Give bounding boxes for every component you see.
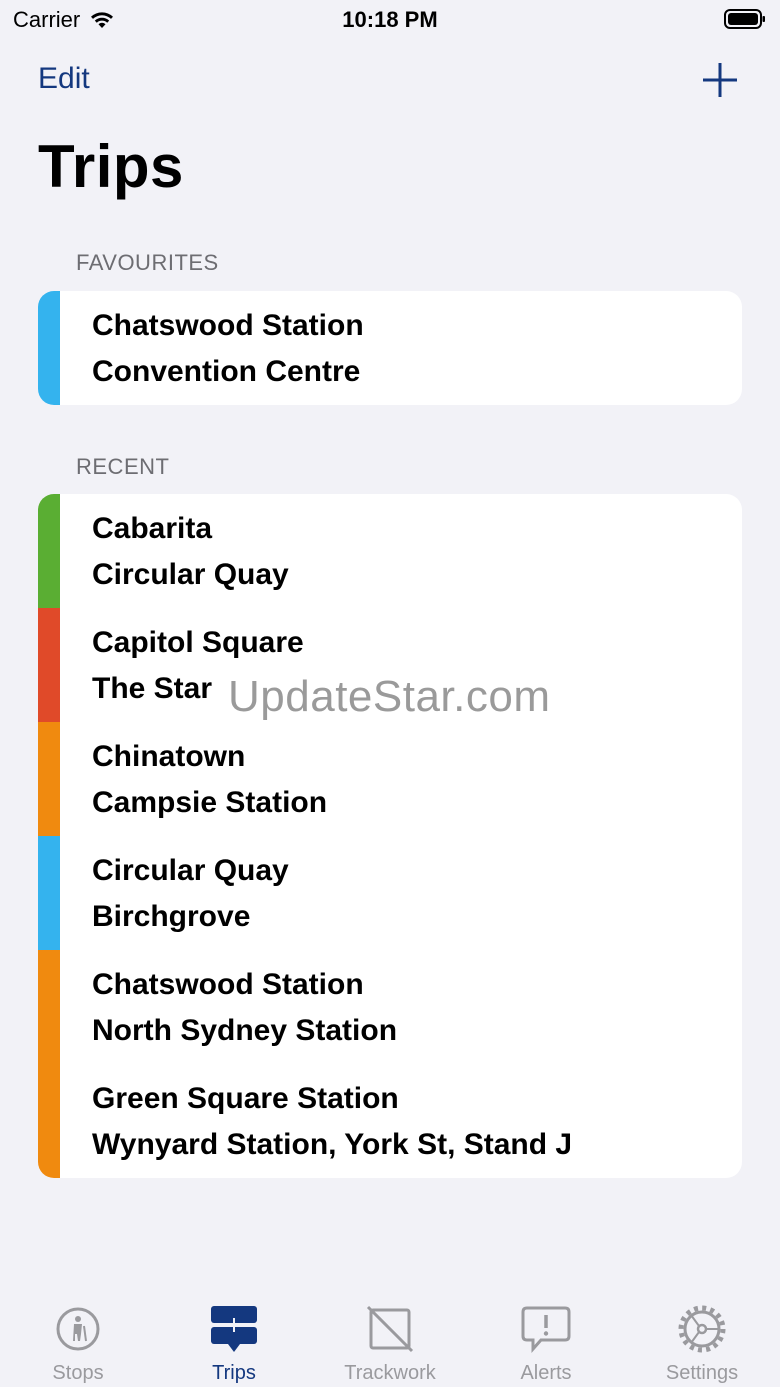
tab-stops[interactable]: Stops: [0, 1290, 156, 1387]
status-bar: Carrier 10:18 PM: [0, 0, 780, 40]
trip-origin: Cabarita: [92, 512, 213, 545]
trip-destination: Convention Centre: [92, 355, 361, 388]
person-icon: [56, 1307, 100, 1351]
recent-trip-row[interactable]: Chinatown Campsie Station: [38, 722, 742, 836]
recent-list: Cabarita Circular Quay Capitol Square Th…: [38, 494, 742, 1178]
trip-destination: The Star: [92, 672, 213, 705]
trip-destination: Circular Quay: [92, 558, 289, 591]
trip-destination: Birchgrove: [92, 900, 251, 933]
tab-trackwork[interactable]: Trackwork: [312, 1290, 468, 1387]
recent-header: RECENT: [76, 454, 170, 479]
tab-label: Alerts: [520, 1362, 572, 1384]
trip-origin: Circular Quay: [92, 854, 289, 887]
page-title: Trips: [38, 133, 184, 200]
edit-button[interactable]: Edit: [38, 62, 90, 96]
clock: 10:18 PM: [342, 7, 438, 32]
trip-destination: Campsie Station: [92, 786, 328, 819]
tab-label: Trips: [212, 1362, 256, 1384]
recent-trip-row[interactable]: Circular Quay Birchgrove: [38, 836, 742, 950]
recent-trip-row[interactable]: Chatswood Station North Sydney Station: [38, 950, 742, 1064]
line-color-bar: [38, 291, 60, 405]
trips-icon: [211, 1306, 257, 1352]
favourite-trip-row[interactable]: Chatswood Station Convention Centre: [38, 291, 742, 405]
line-color-bar: [38, 836, 60, 950]
trip-origin: Chatswood Station: [92, 968, 364, 1001]
tab-label: Stops: [52, 1362, 104, 1384]
trip-destination: North Sydney Station: [92, 1014, 398, 1047]
tab-alerts[interactable]: Alerts: [468, 1290, 624, 1387]
recent-trip-row[interactable]: Cabarita Circular Quay: [38, 494, 742, 608]
line-color-bar: [38, 1064, 60, 1178]
alert-bubble-icon: [521, 1306, 571, 1353]
recent-trip-row[interactable]: Green Square Station Wynyard Station, Yo…: [38, 1064, 742, 1178]
line-color-bar: [38, 494, 60, 608]
tab-label: Trackwork: [344, 1362, 436, 1384]
watermark: UpdateStar.com: [228, 672, 551, 721]
tab-settings[interactable]: Settings: [624, 1290, 780, 1387]
line-color-bar: [38, 608, 60, 722]
trackwork-icon: [366, 1305, 414, 1353]
tab-label: Settings: [665, 1362, 739, 1384]
gear-icon: [678, 1305, 726, 1353]
line-color-bar: [38, 722, 60, 836]
line-color-bar: [38, 950, 60, 1064]
trip-origin: Capitol Square: [92, 626, 304, 659]
favourites-header: FAVOURITES: [76, 250, 219, 275]
trip-origin: Chinatown: [92, 740, 246, 773]
plus-icon[interactable]: [700, 60, 740, 100]
favourites-list: Chatswood Station Convention Centre: [38, 291, 742, 405]
battery-icon: [724, 9, 765, 29]
trip-destination: Wynyard Station, York St, Stand J: [92, 1128, 573, 1161]
tab-bar: Stops Trips Trackwork Alerts Settings: [0, 1290, 780, 1387]
trip-origin: Chatswood Station: [92, 309, 364, 342]
trip-origin: Green Square Station: [92, 1082, 399, 1115]
tab-trips[interactable]: Trips: [156, 1290, 312, 1387]
